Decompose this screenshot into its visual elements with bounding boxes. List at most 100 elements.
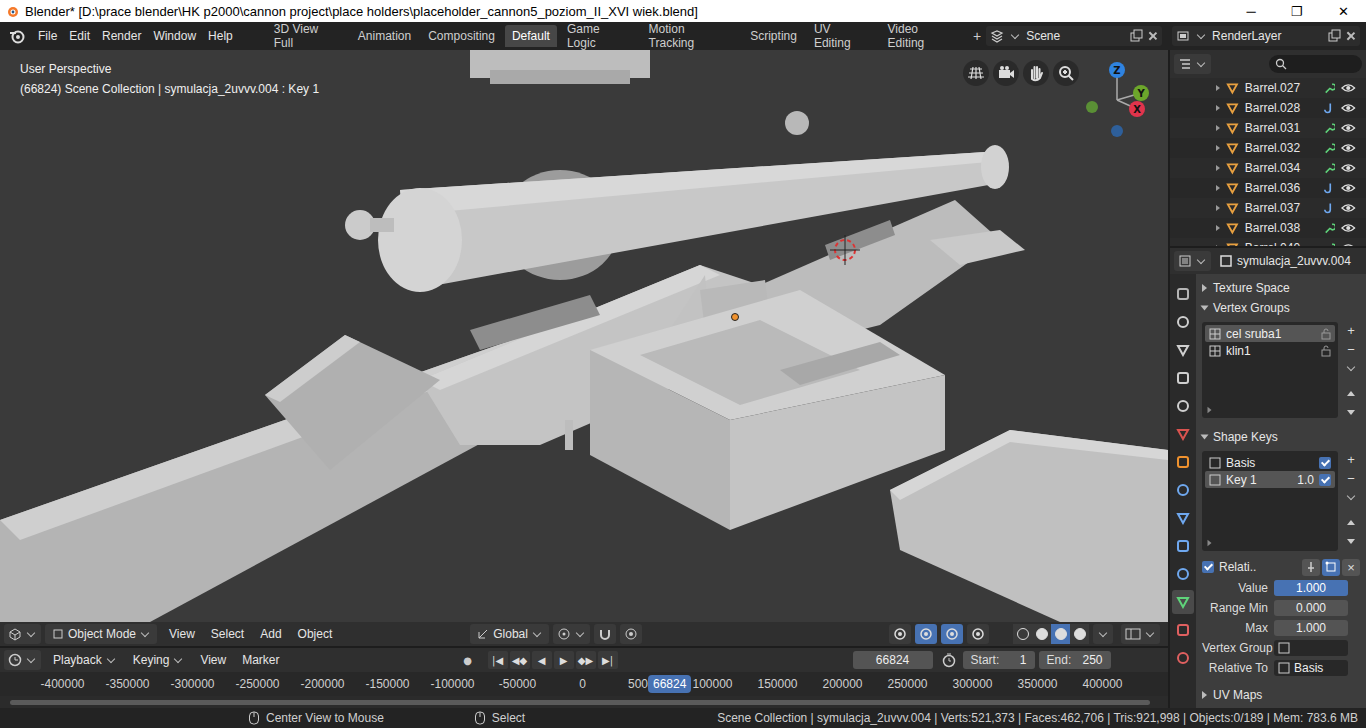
- camera-icon[interactable]: [993, 60, 1019, 86]
- expand-arrow-icon[interactable]: [1216, 205, 1220, 211]
- timeline-scrollbar[interactable]: [0, 696, 1168, 708]
- wrench-icon[interactable]: [1323, 221, 1336, 235]
- properties-tab[interactable]: [1172, 590, 1194, 614]
- end-frame-field[interactable]: End:250: [1039, 651, 1111, 669]
- uv-maps-panel[interactable]: UV Maps: [1202, 685, 1360, 705]
- workspace-tab[interactable]: UV Editing: [807, 18, 878, 54]
- wrench-icon[interactable]: [1323, 121, 1336, 135]
- outliner-item[interactable]: Barrel.028: [1170, 98, 1366, 118]
- properties-tab[interactable]: [1172, 310, 1194, 334]
- add-workspace-button[interactable]: +: [968, 28, 986, 44]
- copy-icon[interactable]: [1327, 29, 1341, 43]
- shape-keys-panel[interactable]: Shape Keys: [1202, 427, 1360, 447]
- vertex-groups-panel[interactable]: Vertex Groups: [1202, 298, 1360, 318]
- vertex-group-item[interactable]: klin1: [1205, 342, 1335, 359]
- menu-item[interactable]: Edit: [63, 29, 96, 43]
- window-button[interactable]: ✕: [1320, 4, 1366, 19]
- playback-button[interactable]: ▶|: [598, 651, 618, 669]
- outliner-item[interactable]: Barrel.034: [1170, 158, 1366, 178]
- outliner-item[interactable]: Barrel.040: [1170, 238, 1366, 246]
- playback-button[interactable]: ◆▶: [576, 651, 596, 669]
- overlay-toggle[interactable]: [967, 624, 989, 644]
- blender-logo-icon[interactable]: [8, 27, 26, 45]
- shading-button[interactable]: [1051, 624, 1070, 644]
- snap-button[interactable]: [594, 624, 616, 644]
- 3d-viewport[interactable]: User Perspective(66824) Scene Collection…: [0, 50, 1168, 622]
- eye-icon[interactable]: [1341, 121, 1356, 135]
- hook-icon[interactable]: [1323, 201, 1336, 215]
- workspace-tab[interactable]: Default: [505, 25, 557, 47]
- properties-tab[interactable]: [1172, 478, 1194, 502]
- overlay-toggle[interactable]: [941, 624, 963, 644]
- outliner-item[interactable]: Barrel.032: [1170, 138, 1366, 158]
- expand-arrow-icon[interactable]: [1216, 185, 1220, 191]
- window-button[interactable]: ─: [1228, 4, 1274, 19]
- shape-key-item[interactable]: Basis: [1205, 454, 1335, 471]
- eye-icon[interactable]: [1341, 221, 1356, 235]
- pin-button[interactable]: [1302, 559, 1320, 576]
- menu-item[interactable]: Window: [147, 29, 202, 43]
- properties-tab[interactable]: [1172, 422, 1194, 446]
- editor-type-button[interactable]: [4, 624, 41, 644]
- shape-key-checkbox[interactable]: [1319, 457, 1331, 469]
- scrollbar-thumb[interactable]: [10, 700, 1150, 705]
- resize-grip[interactable]: [1205, 405, 1335, 415]
- close-icon[interactable]: [1148, 31, 1158, 41]
- eye-icon[interactable]: [1341, 81, 1356, 95]
- shading-button[interactable]: [1070, 624, 1089, 644]
- overlay-toggle[interactable]: [889, 624, 911, 644]
- edit-mode-button[interactable]: [1322, 559, 1340, 576]
- list-button[interactable]: −: [1342, 341, 1360, 358]
- properties-tab[interactable]: [1172, 562, 1194, 586]
- viewport-menu[interactable]: View: [161, 627, 203, 641]
- workspace-tab[interactable]: Scripting: [743, 25, 804, 47]
- window-button[interactable]: ❐: [1274, 4, 1320, 19]
- relative-checkbox[interactable]: [1202, 561, 1214, 573]
- z-axis-icon[interactable]: [1109, 62, 1125, 78]
- list-button[interactable]: +: [1342, 322, 1360, 339]
- hook-icon[interactable]: [1323, 181, 1336, 195]
- texture-space-panel[interactable]: Texture Space: [1202, 278, 1360, 298]
- shading-button[interactable]: [1013, 624, 1032, 644]
- stopwatch-icon[interactable]: [941, 652, 957, 668]
- move-up-button[interactable]: [1342, 514, 1360, 531]
- number-field[interactable]: 1.000: [1274, 620, 1348, 636]
- current-frame-badge[interactable]: 66824: [648, 675, 691, 693]
- timeline-menu[interactable]: View: [192, 653, 234, 667]
- timeline-menu[interactable]: Keying: [125, 653, 193, 667]
- resize-grip[interactable]: [1205, 538, 1335, 548]
- overlay-toggle[interactable]: [915, 624, 937, 644]
- mode-dropdown[interactable]: Object Mode: [45, 624, 157, 644]
- outliner-item[interactable]: Barrel.027: [1170, 78, 1366, 98]
- expand-arrow-icon[interactable]: [1216, 245, 1220, 246]
- y-axis-icon[interactable]: [1133, 85, 1149, 101]
- copy-icon[interactable]: [1129, 29, 1143, 43]
- playback-button[interactable]: ▶: [554, 651, 574, 669]
- clear-button[interactable]: ×: [1342, 559, 1360, 576]
- properties-tab[interactable]: [1172, 450, 1194, 474]
- vertex-group-item[interactable]: cel sruba1: [1205, 325, 1335, 342]
- eye-icon[interactable]: [1341, 101, 1356, 115]
- wrench-icon[interactable]: [1323, 141, 1336, 155]
- search-field[interactable]: [1274, 640, 1348, 656]
- move-up-button[interactable]: [1342, 385, 1360, 402]
- viewport-menu[interactable]: Select: [203, 627, 252, 641]
- list-button[interactable]: −: [1342, 470, 1360, 487]
- expand-arrow-icon[interactable]: [1216, 85, 1220, 91]
- playback-button[interactable]: ●: [458, 651, 478, 669]
- wrench-icon[interactable]: [1323, 81, 1336, 95]
- workspace-tab[interactable]: Compositing: [421, 25, 502, 47]
- start-frame-field[interactable]: Start:1: [963, 651, 1035, 669]
- expand-arrow-icon[interactable]: [1216, 165, 1220, 171]
- move-down-button[interactable]: [1342, 533, 1360, 550]
- playback-button[interactable]: |◀: [488, 651, 508, 669]
- properties-tab[interactable]: [1172, 282, 1194, 306]
- eye-icon[interactable]: [1341, 161, 1356, 175]
- viewport-menu[interactable]: Add: [252, 627, 289, 641]
- lock-icon[interactable]: [1321, 345, 1331, 357]
- properties-tab[interactable]: [1172, 506, 1194, 530]
- playback-button[interactable]: ◀◆: [510, 651, 530, 669]
- eye-icon[interactable]: [1341, 181, 1356, 195]
- properties-tab[interactable]: [1172, 338, 1194, 362]
- workspace-tab[interactable]: 3D View Full: [267, 18, 348, 54]
